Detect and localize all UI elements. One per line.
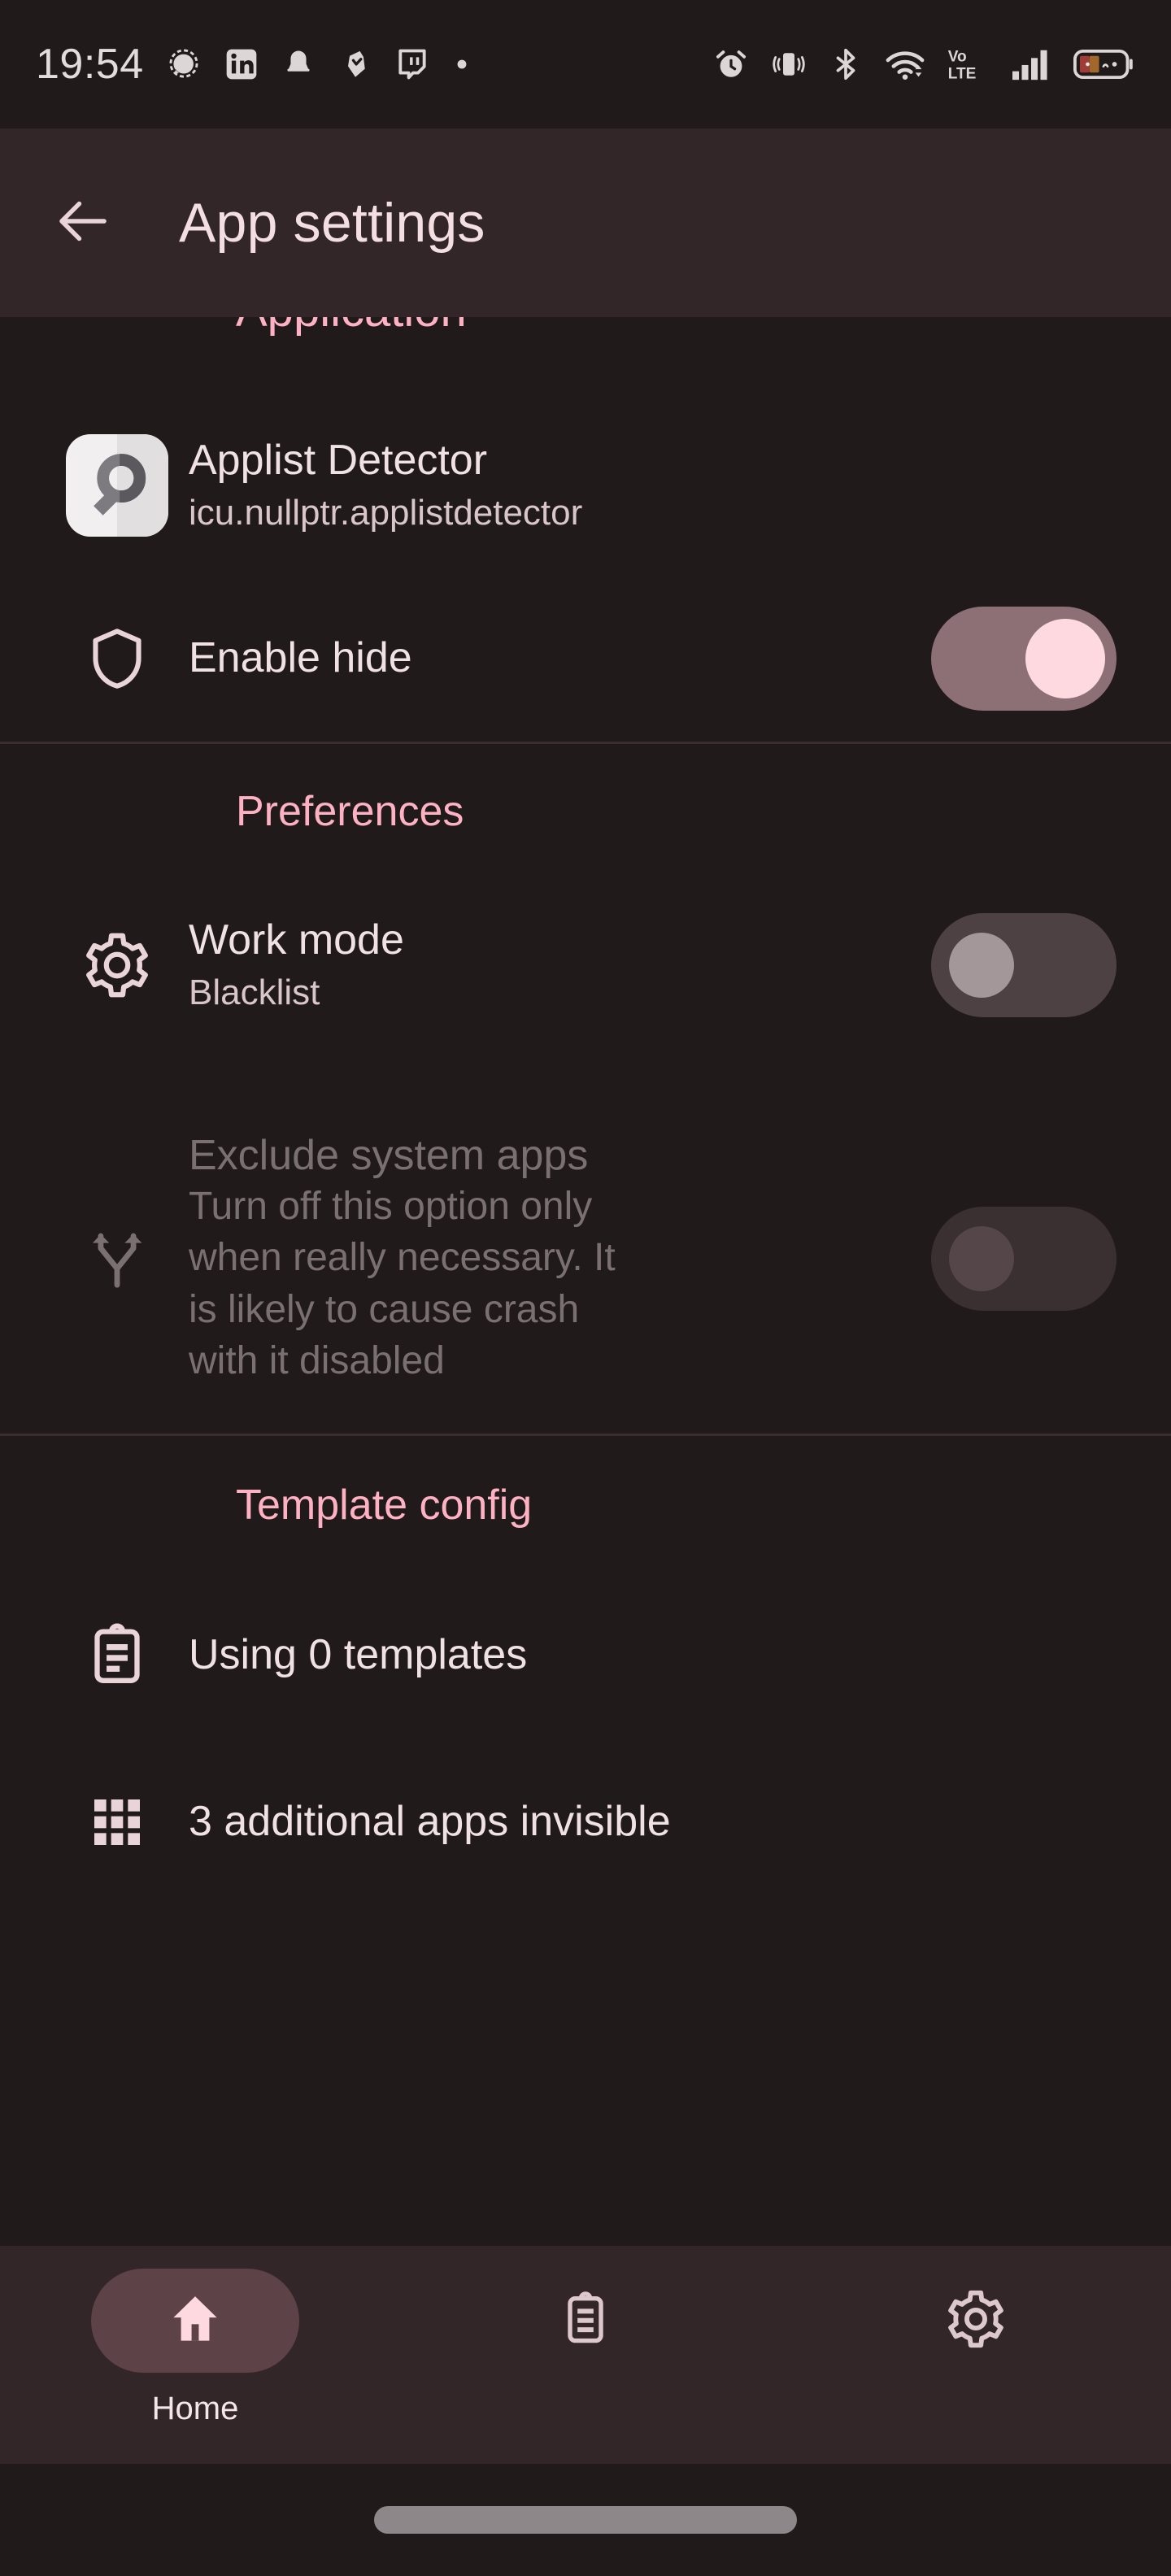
notification-bell-icon xyxy=(281,46,316,82)
exclude-system-apps-row: Exclude system apps Turn off this option… xyxy=(0,1084,1171,1434)
fork-branch-icon xyxy=(46,1224,189,1294)
enable-hide-label: Enable hide xyxy=(189,634,412,682)
enable-hide-toggle[interactable] xyxy=(931,607,1117,711)
volte-icon: Vo LTE xyxy=(947,46,989,83)
twitch-icon xyxy=(394,46,430,82)
back-arrow-icon xyxy=(51,189,115,257)
additional-apps-text: 3 additional apps invisible xyxy=(189,1797,1125,1847)
work-mode-value: Blacklist xyxy=(189,972,320,1012)
exclude-system-apps-toggle[interactable] xyxy=(931,1207,1117,1311)
enable-hide-toggle-container xyxy=(922,607,1125,711)
exclude-system-apps-description: Turn off this option only when really ne… xyxy=(189,1184,616,1383)
status-bar: 19:54 Vo LTE xyxy=(0,0,1171,128)
nav-item-templates[interactable] xyxy=(390,2269,781,2391)
nav-home-label: Home xyxy=(151,2391,239,2426)
status-bar-right: Vo LTE xyxy=(712,46,1135,83)
gear-icon xyxy=(944,2287,1008,2355)
exclude-system-apps-text: Exclude system apps Turn off this option… xyxy=(189,1131,922,1387)
clipboard-list-icon xyxy=(555,2288,616,2354)
magnifier-app-icon xyxy=(66,434,168,537)
work-mode-text: Work mode Blacklist xyxy=(189,916,922,1014)
app-package: icu.nullptr.applistdetector xyxy=(189,492,583,533)
bluetooth-icon xyxy=(828,46,864,82)
nav-item-settings[interactable] xyxy=(781,2269,1171,2391)
nav-templates-pill xyxy=(481,2269,690,2373)
section-header-application: Application xyxy=(236,317,467,337)
shield-heart-icon xyxy=(337,46,373,82)
status-bar-clock: 19:54 xyxy=(36,41,144,88)
home-icon xyxy=(164,2288,226,2354)
shield-icon xyxy=(46,624,189,694)
gesture-navigation-bar[interactable] xyxy=(0,2464,1171,2576)
exclude-system-apps-label: Exclude system apps xyxy=(189,1131,589,1179)
dot-icon xyxy=(451,54,472,75)
work-mode-label: Work mode xyxy=(189,916,404,964)
back-button[interactable] xyxy=(46,185,120,260)
additional-apps-label: 3 additional apps invisible xyxy=(189,1798,671,1846)
page-title: App settings xyxy=(179,192,485,254)
exclude-system-apps-toggle-container xyxy=(922,1207,1125,1311)
nav-settings-pill xyxy=(872,2269,1080,2373)
signal-messenger-icon xyxy=(165,46,202,83)
battery-icon xyxy=(1073,46,1135,83)
section-header-template-config: Template config xyxy=(236,1482,533,1529)
app-bar: App settings xyxy=(0,128,1171,317)
linkedin-icon xyxy=(224,46,259,82)
using-templates-text: Using 0 templates xyxy=(189,1630,1125,1680)
phone-screen: 19:54 Vo LTE App settings Applist Detect… xyxy=(0,0,1171,2576)
nav-item-home[interactable]: Home xyxy=(0,2269,390,2427)
bottom-navigation: Home xyxy=(0,2246,1171,2464)
vibrate-icon xyxy=(771,46,807,82)
app-icon-container xyxy=(46,434,189,537)
using-templates-label: Using 0 templates xyxy=(189,1631,528,1679)
work-mode-toggle-container xyxy=(922,913,1125,1017)
enable-hide-row[interactable]: Enable hide xyxy=(0,576,1171,742)
grid-apps-icon xyxy=(46,1790,189,1855)
gear-icon xyxy=(46,929,189,1001)
section-header-preferences: Preferences xyxy=(236,788,464,835)
enable-hide-text: Enable hide xyxy=(189,633,922,683)
svg-text:LTE: LTE xyxy=(948,65,977,82)
wifi-icon xyxy=(885,46,925,83)
nav-home-pill xyxy=(91,2269,299,2373)
using-templates-row[interactable]: Using 0 templates xyxy=(0,1574,1171,1737)
app-info-row[interactable]: Applist Detector icu.nullptr.applistdete… xyxy=(0,395,1171,576)
clipboard-list-icon xyxy=(46,1621,189,1690)
work-mode-row[interactable]: Work mode Blacklist xyxy=(0,879,1171,1051)
cellular-signal-icon xyxy=(1010,46,1052,83)
app-info-text: Applist Detector icu.nullptr.applistdete… xyxy=(189,436,1125,534)
app-name: Applist Detector xyxy=(189,437,488,485)
alarm-clock-icon xyxy=(712,46,750,83)
svg-text:Vo: Vo xyxy=(948,49,967,66)
status-bar-left: 19:54 xyxy=(36,40,712,89)
work-mode-toggle[interactable] xyxy=(931,913,1117,1017)
settings-scroll-area[interactable]: Application xyxy=(0,317,1171,2246)
additional-apps-row[interactable]: 3 additional apps invisible xyxy=(0,1737,1171,1908)
gesture-home-pill[interactable] xyxy=(374,2506,797,2534)
